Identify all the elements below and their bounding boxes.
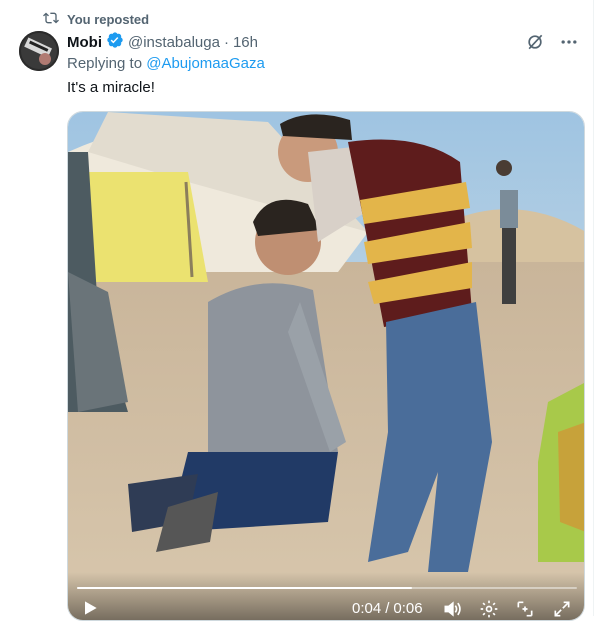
play-icon[interactable] [80, 598, 100, 618]
post-time[interactable]: 16h [233, 34, 258, 51]
settings-icon[interactable] [479, 599, 499, 619]
grok-icon[interactable] [525, 32, 545, 57]
progress-bar[interactable] [77, 587, 577, 589]
video-controls: 0:04 / 0:06 [68, 572, 584, 620]
separator-dot: · [223, 33, 229, 51]
duration: 0:06 [393, 600, 423, 617]
fullscreen-icon[interactable] [552, 599, 572, 619]
tweet-header: Mobi @instabaluga · 16h [67, 32, 258, 52]
repost-label: You reposted [67, 11, 150, 27]
reply-mention-link[interactable]: @AbujomaaGaza [146, 55, 265, 72]
volume-icon[interactable] [442, 599, 462, 619]
current-time: 0:04 [352, 600, 382, 617]
tweet-actions [525, 32, 579, 57]
time-readout: 0:04 / 0:06 [352, 600, 423, 617]
time-separator: / [385, 600, 390, 617]
tweet-card[interactable]: You reposted Mobi @instabaluga · 16h Rep… [0, 0, 594, 621]
picture-in-picture-icon[interactable] [515, 599, 535, 619]
replying-prefix: Replying to [67, 55, 143, 72]
video-player[interactable]: 0:04 / 0:06 [67, 111, 585, 621]
more-icon[interactable] [559, 32, 579, 57]
repost-indicator: You reposted [43, 10, 149, 28]
repost-icon [43, 10, 59, 29]
author-name[interactable]: Mobi [67, 34, 102, 51]
video-frame [68, 112, 584, 620]
replying-to: Replying to @AbujomaaGaza [67, 55, 265, 72]
tweet-text: It's a miracle! [67, 79, 155, 96]
avatar[interactable] [19, 31, 59, 71]
author-handle[interactable]: @instabaluga [128, 34, 220, 51]
progress-fill [77, 587, 412, 589]
verified-icon [102, 31, 128, 53]
